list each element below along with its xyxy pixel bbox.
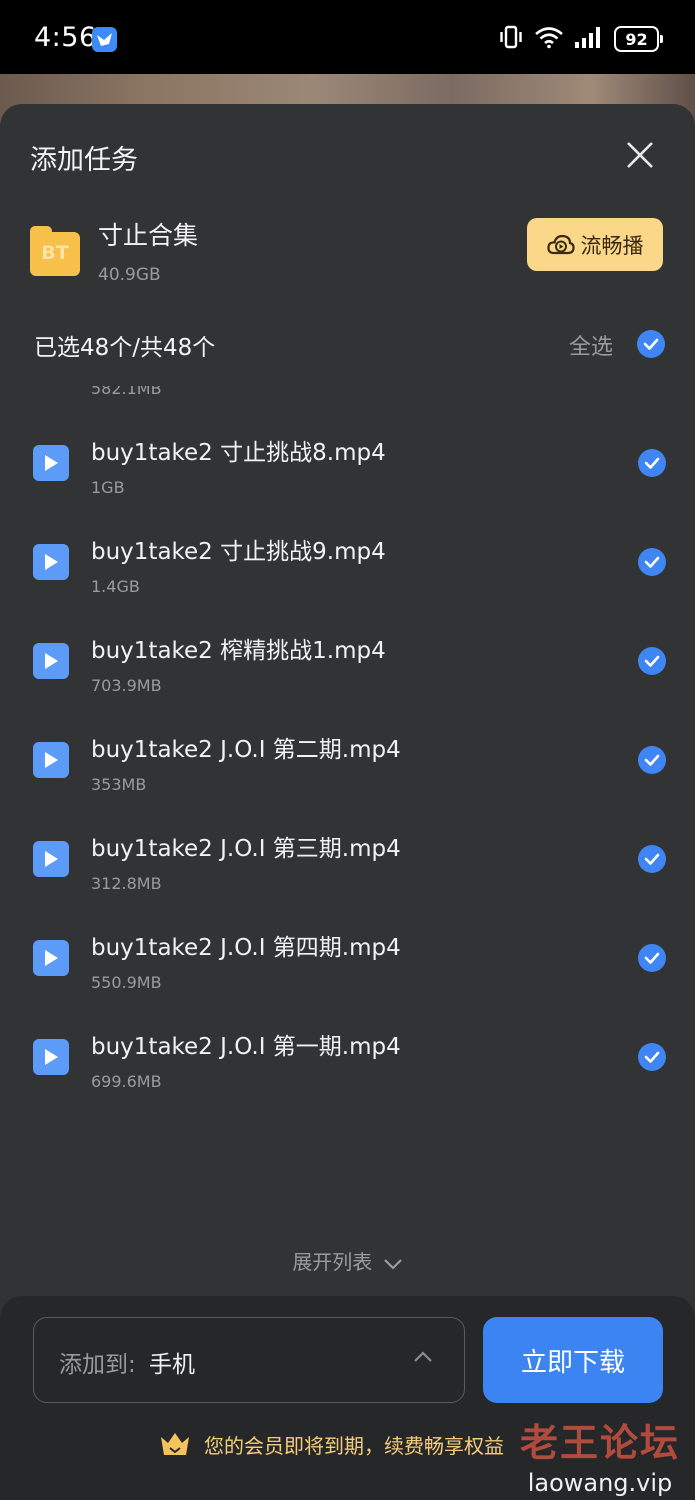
- expand-list-label: 展开列表: [292, 1250, 373, 1274]
- check-icon: [643, 338, 659, 350]
- chevron-down-icon: [383, 1258, 402, 1270]
- file-list-item[interactable]: buy1take2 J.O.I 第一期.mp4 699.6MB: [0, 1018, 695, 1117]
- status-time: 4:56: [34, 22, 97, 53]
- signal-icon: [574, 25, 604, 53]
- destination-value: 手机: [149, 1352, 195, 1378]
- file-size: 312.8MB: [91, 874, 162, 893]
- file-name: buy1take2 J.O.I 第四期.mp4: [91, 935, 401, 961]
- selection-count: 已选48个/共48个: [34, 335, 216, 361]
- video-file-icon: [33, 445, 69, 481]
- feishu-app-icon: [92, 27, 117, 52]
- destination-select[interactable]: 添加到: 手机: [33, 1317, 465, 1403]
- file-size: 550.9MB: [91, 973, 162, 992]
- file-size: 1GB: [91, 478, 125, 497]
- close-button[interactable]: [625, 140, 655, 170]
- cloud-play-icon: [546, 234, 575, 254]
- file-checkbox[interactable]: [638, 845, 666, 873]
- destination-label: 添加到:: [59, 1352, 136, 1378]
- battery-level: 92: [625, 29, 648, 49]
- file-list-item[interactable]: buy1take2 J.O.I 第二期.mp4 353MB: [0, 721, 695, 820]
- file-size: 1.4GB: [91, 577, 140, 596]
- file-list-item[interactable]: buy1take2 榨精挑战1.mp4 703.9MB: [0, 622, 695, 721]
- video-file-icon: [33, 1039, 69, 1075]
- expand-list-button[interactable]: 展开列表: [0, 1246, 695, 1275]
- file-list-item[interactable]: 582.1MB: [0, 386, 695, 424]
- file-list-item[interactable]: buy1take2 J.O.I 第四期.mp4 550.9MB: [0, 919, 695, 1018]
- file-list-item[interactable]: buy1take2 寸止挑战9.mp4 1.4GB: [0, 523, 695, 622]
- check-icon: [644, 952, 660, 964]
- file-checkbox[interactable]: [638, 449, 666, 477]
- video-file-icon: [33, 742, 69, 778]
- file-checkbox[interactable]: [638, 944, 666, 972]
- close-icon: [627, 142, 653, 168]
- file-size: 699.6MB: [91, 1072, 162, 1091]
- file-list-item[interactable]: buy1take2 寸止挑战8.mp4 1GB: [0, 424, 695, 523]
- file-size: 582.1MB: [91, 386, 162, 398]
- file-name: buy1take2 J.O.I 第三期.mp4: [91, 836, 401, 862]
- watermark-cn: 老王论坛: [519, 1421, 680, 1465]
- chevron-up-icon: [414, 1351, 432, 1362]
- file-list: 582.1MB buy1take2 寸止挑战8.mp4 1GB buy1take2 寸…: [0, 386, 695, 1126]
- check-icon: [644, 556, 660, 568]
- vip-notice[interactable]: 您的会员即将到期，续费畅享权益: [158, 1429, 504, 1459]
- video-file-icon: [33, 643, 69, 679]
- download-now-label: 立即下载: [520, 1347, 625, 1378]
- video-file-icon: [33, 841, 69, 877]
- check-icon: [644, 655, 660, 667]
- video-file-icon: [33, 544, 69, 580]
- vip-notice-text: 您的会员即将到期，续费畅享权益: [204, 1433, 504, 1458]
- sheet-title: 添加任务: [30, 145, 138, 176]
- collection-size: 40.9GB: [98, 265, 161, 285]
- check-icon: [644, 853, 660, 865]
- file-size: 353MB: [91, 775, 147, 794]
- site-watermark: 老王论坛 laowang.vip: [510, 1412, 690, 1497]
- file-size: 703.9MB: [91, 676, 162, 695]
- selection-row: 已选48个/共48个 全选: [0, 314, 695, 376]
- file-name: buy1take2 寸止挑战8.mp4: [91, 440, 386, 466]
- bt-folder-icon: BT: [30, 226, 80, 276]
- file-checkbox[interactable]: [638, 746, 666, 774]
- wifi-icon: [534, 25, 564, 53]
- collection-name: 寸止合集: [98, 221, 199, 250]
- file-checkbox[interactable]: [638, 548, 666, 576]
- bt-badge: BT: [41, 242, 69, 264]
- status-bar: 4:56 92: [0, 0, 695, 74]
- watermark-url: laowang.vip: [527, 1469, 673, 1497]
- file-name: buy1take2 榨精挑战1.mp4: [91, 638, 386, 664]
- select-all-checkbox[interactable]: [637, 330, 665, 358]
- file-name: buy1take2 寸止挑战9.mp4: [91, 539, 386, 565]
- battery-icon: 92: [614, 26, 663, 52]
- vibrate-icon: [498, 25, 524, 53]
- file-list-item[interactable]: buy1take2 J.O.I 第三期.mp4 312.8MB: [0, 820, 695, 919]
- status-icons: 92: [498, 25, 663, 53]
- video-file-icon: [33, 940, 69, 976]
- check-icon: [644, 1051, 660, 1063]
- file-name: buy1take2 J.O.I 第一期.mp4: [91, 1034, 401, 1060]
- file-checkbox[interactable]: [638, 1043, 666, 1071]
- crown-icon: [161, 1433, 189, 1455]
- check-icon: [644, 754, 660, 766]
- smooth-play-label: 流畅播: [580, 233, 644, 258]
- download-now-button[interactable]: 立即下载: [483, 1317, 663, 1403]
- smooth-play-button[interactable]: 流畅播: [527, 218, 663, 271]
- file-checkbox[interactable]: [638, 647, 666, 675]
- check-icon: [644, 457, 660, 469]
- file-name: buy1take2 J.O.I 第二期.mp4: [91, 737, 401, 763]
- add-task-sheet: 添加任务 BT 寸止合集 40.9GB 流畅播 已选48个/共48个 全选 58…: [0, 104, 695, 1500]
- select-all-label[interactable]: 全选: [569, 329, 613, 361]
